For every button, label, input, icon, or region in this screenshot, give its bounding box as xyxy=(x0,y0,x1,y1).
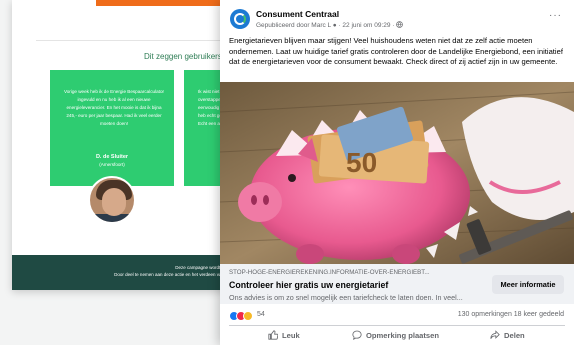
post-text: Energietarieven blijven maar stijgen! Ve… xyxy=(229,36,563,67)
banknote-value: 50 xyxy=(346,147,377,178)
testimonial-card: Vorige week heb ik de Energie Bespaarcal… xyxy=(50,70,174,186)
reaction-count[interactable]: 54 xyxy=(257,311,265,318)
link-title[interactable]: Controleer hier gratis uw energietarief xyxy=(229,280,388,290)
piggy-bank-image: 50 xyxy=(220,82,574,268)
footer-text: Deze campagne wordt u xyxy=(175,265,224,270)
comment-button[interactable]: Opmerking plaatsen xyxy=(352,330,439,340)
link-description: Ons advies is om zo snel mogelijk een ta… xyxy=(229,293,463,302)
like-label: Leuk xyxy=(282,331,300,340)
share-button[interactable]: Delen xyxy=(490,330,525,340)
post-stats: 54 130 opmerkingen 18 keer gedeeld xyxy=(220,304,574,324)
orange-cta-button[interactable] xyxy=(96,0,224,6)
comment-icon xyxy=(352,330,362,340)
like-button[interactable]: Leuk xyxy=(268,330,300,340)
post-header: Consument Centraal Gepubliceerd door Mar… xyxy=(220,0,574,34)
footer-text: Door deel te nemen aan deze actie en het… xyxy=(114,272,224,277)
site-footer: Deze campagne wordt u Door deel te nemen… xyxy=(12,255,248,290)
more-info-button[interactable]: Meer informatie xyxy=(492,275,564,294)
post-image[interactable]: 50 xyxy=(220,82,574,268)
haha-reaction-icon[interactable] xyxy=(243,311,253,321)
testimonial-quote: Vorige week heb ik de Energie Bespaarcal… xyxy=(63,89,165,126)
section-divider xyxy=(36,40,226,41)
link-domain: STOP-HOGE-ENERGIEREKENING.INFORMATIE-OVE… xyxy=(229,269,430,276)
post-meta: Gepubliceerd door Marc L ● · 22 juni om … xyxy=(256,21,404,29)
testimonial-city: (Amersfoort) xyxy=(99,162,125,167)
comment-label: Opmerking plaatsen xyxy=(366,331,440,340)
testimonial-avatar xyxy=(88,176,136,224)
post-actions: Leuk Opmerking plaatsen Delen xyxy=(220,326,574,345)
share-label: Delen xyxy=(504,331,525,340)
comments-shares-count[interactable]: 130 opmerkingen 18 keer gedeeld xyxy=(458,311,564,318)
post-meta-text: Gepubliceerd door Marc L ● · 22 juni om … xyxy=(256,22,395,29)
page-logo-icon[interactable] xyxy=(230,9,250,29)
share-icon xyxy=(490,330,500,339)
page-name-link[interactable]: Consument Centraal xyxy=(256,9,339,19)
globe-icon xyxy=(396,21,404,28)
testimonial-name: D. de Sluiter xyxy=(95,154,129,160)
more-options-icon[interactable]: ··· xyxy=(549,10,562,21)
link-preview[interactable]: STOP-HOGE-ENERGIEREKENING.INFORMATIE-OVE… xyxy=(220,264,574,304)
facebook-post: Consument Centraal Gepubliceerd door Mar… xyxy=(220,0,574,345)
thumbs-up-icon xyxy=(268,330,279,340)
